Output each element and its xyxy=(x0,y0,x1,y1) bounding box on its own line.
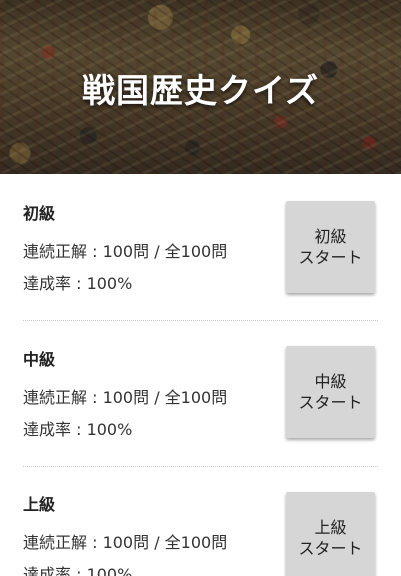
achievement-rate: 達成率 : 100% xyxy=(23,420,133,439)
start-button-beginner[interactable]: 初級 スタート xyxy=(286,201,375,293)
button-line-start: スタート xyxy=(298,539,363,558)
streak-text: 連続正解 : 100問 / 全100問 xyxy=(23,533,228,552)
divider xyxy=(23,466,378,467)
level-card-intermediate: 中級 連続正解 : 100問 / 全100問 達成率 : 100% 中級 スター… xyxy=(0,346,401,492)
button-line-start: スタート xyxy=(298,248,363,267)
streak-text: 連続正解 : 100問 / 全100問 xyxy=(23,242,228,261)
level-name: 中級 xyxy=(23,350,56,369)
button-line-start: スタート xyxy=(298,393,363,412)
app-title: 戦国歴史クイズ xyxy=(81,71,319,110)
button-line-level: 初級 xyxy=(314,227,347,246)
level-name: 上級 xyxy=(23,495,56,514)
start-button-intermediate[interactable]: 中級 スタート xyxy=(286,346,375,438)
button-line-level: 上級 xyxy=(314,518,347,537)
level-name: 初級 xyxy=(23,204,56,223)
level-card-advanced: 上級 連続正解 : 100問 / 全100問 達成率 : 100% 上級 スター… xyxy=(0,491,401,576)
achievement-rate: 達成率 : 100% xyxy=(23,274,133,293)
level-card-beginner: 初級 連続正解 : 100問 / 全100問 達成率 : 100% 初級 スター… xyxy=(0,200,401,346)
divider xyxy=(23,320,378,321)
achievement-rate: 達成率 : 100% xyxy=(23,565,133,576)
streak-text: 連続正解 : 100問 / 全100問 xyxy=(23,388,228,407)
start-button-advanced[interactable]: 上級 スタート xyxy=(286,492,375,576)
button-line-level: 中級 xyxy=(314,372,347,391)
header-banner: 戦国歴史クイズ xyxy=(0,0,401,174)
